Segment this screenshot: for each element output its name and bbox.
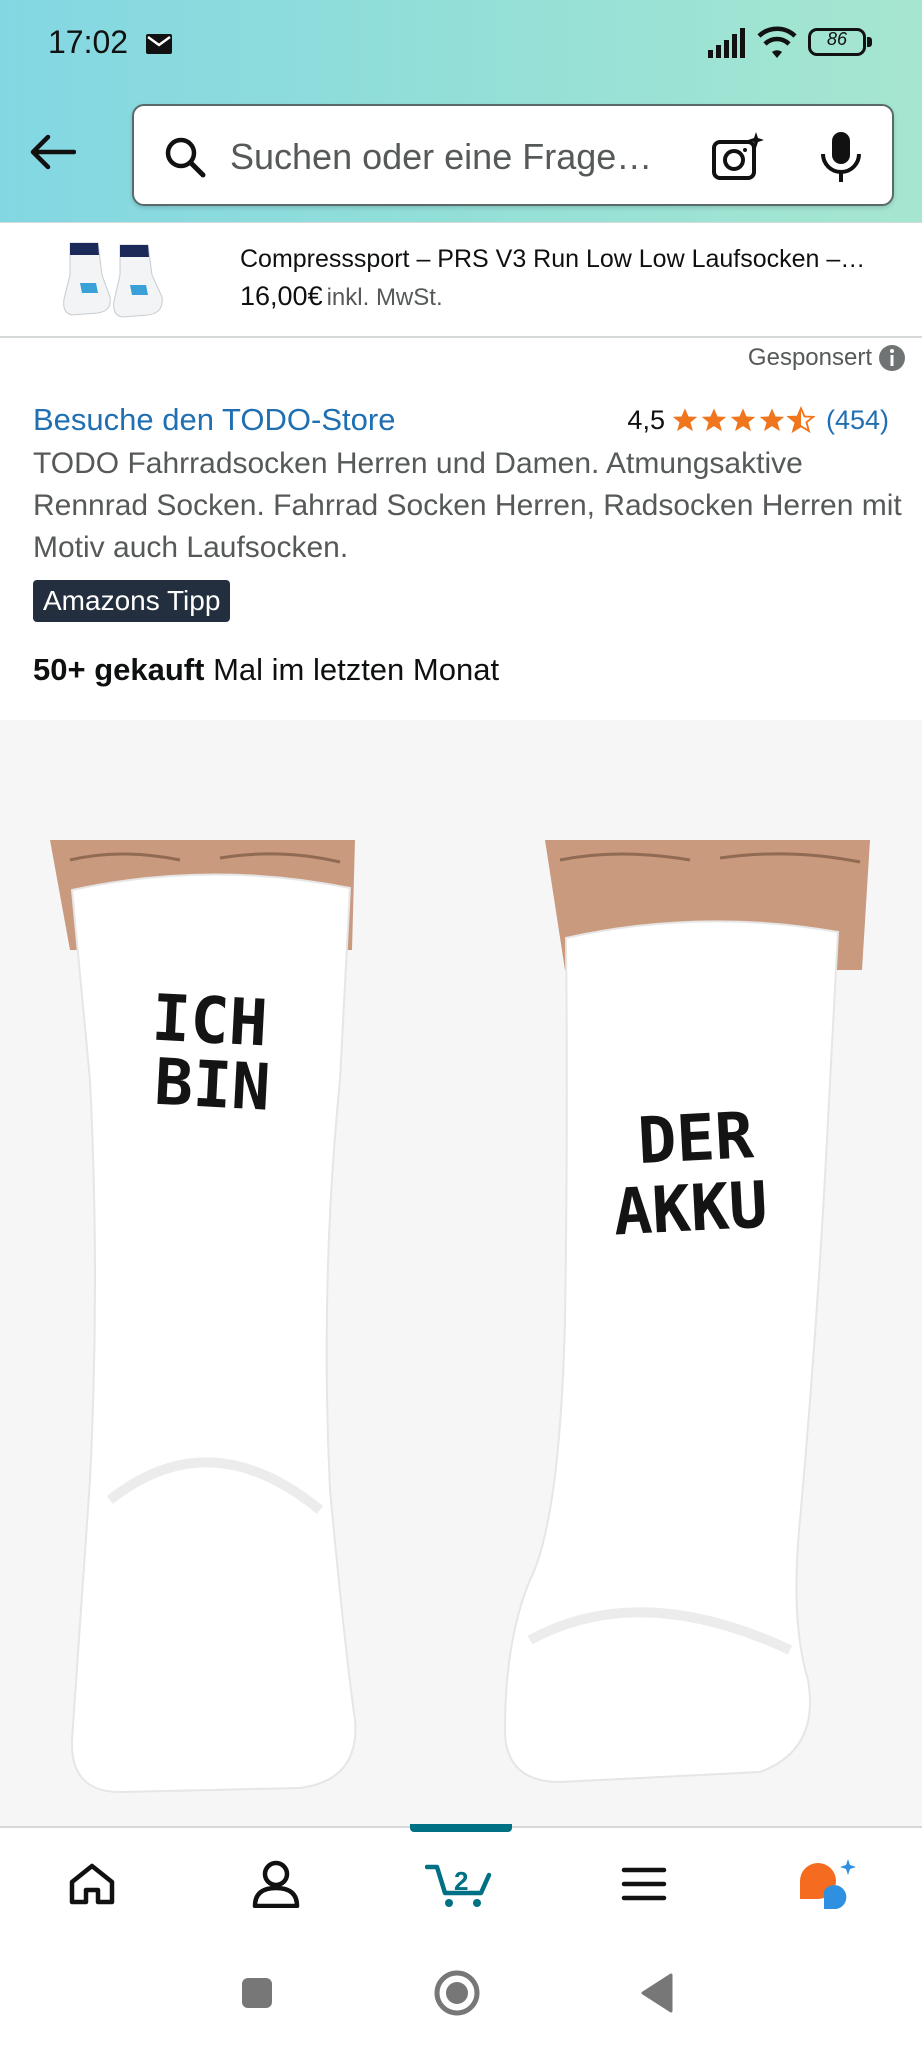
search-bar[interactable] [132, 104, 894, 206]
microphone-icon[interactable] [818, 130, 864, 184]
product-title: TODO Fahrradsocken Herren und Damen. Atm… [33, 447, 902, 564]
star-half-icon [786, 406, 815, 434]
signal-icon [708, 28, 745, 58]
active-tab-indicator [410, 1824, 512, 1832]
store-link[interactable]: Besuche den TODO-Store [33, 402, 395, 438]
purchase-count-suffix: Mal im letzten Monat [204, 652, 500, 687]
menu-icon [621, 1867, 667, 1901]
product-photo: ICHBIN DERAKKU [50, 840, 870, 1794]
star-icon [701, 408, 727, 432]
rating-row[interactable]: 4,5 (454) [627, 402, 889, 438]
rating-value: 4,5 [627, 404, 665, 435]
product-image[interactable]: ICHBIN DERAKKU [0, 720, 922, 1826]
star-icon [730, 408, 756, 432]
status-bar: 17:02 86 [0, 0, 922, 88]
mail-icon [146, 34, 172, 54]
banner-product-title: Compresssport – PRS V3 Run Low Low Laufs… [240, 245, 866, 273]
app-header: 17:02 86 [0, 0, 922, 222]
sock-thumbnail [63, 242, 163, 318]
home-icon [69, 1863, 115, 1905]
status-time: 17:02 [48, 24, 129, 60]
home-button[interactable] [430, 1966, 484, 2020]
purchase-count: 50+ gekauft Mal im letzten Monat [33, 652, 499, 688]
star-icon [759, 408, 785, 432]
recent-apps-button[interactable] [230, 1966, 284, 2020]
sock-text-left: ICHBIN [147, 982, 276, 1126]
wifi-icon [757, 26, 797, 58]
nav-home[interactable] [52, 1848, 132, 1920]
rating-count[interactable]: (454) [826, 405, 889, 436]
system-navigation [0, 1938, 922, 2048]
system-back-button[interactable] [630, 1966, 684, 2020]
search-icon [165, 137, 206, 178]
rufus-icon [800, 1859, 856, 1909]
account-icon [252, 1860, 300, 1908]
camera-icon[interactable] [710, 130, 764, 184]
banner-price: 16,00€ [240, 281, 323, 311]
banner-price-line: 16,00€ inkl. MwSt. [240, 281, 443, 312]
banner-tax-note: inkl. MwSt. [326, 284, 443, 311]
sponsored-product-banner[interactable]: Compresssport – PRS V3 Run Low Low Laufs… [0, 222, 922, 338]
cart-count-badge: 2 [454, 1866, 469, 1896]
star-rating [671, 406, 816, 434]
amazons-choice-badge: Amazons Tipp [33, 580, 231, 622]
battery-icon: 86 [808, 28, 872, 58]
circle-icon [434, 1970, 480, 2016]
star-icon [672, 408, 698, 432]
nav-menu[interactable] [604, 1848, 684, 1920]
search-input[interactable] [230, 132, 690, 182]
back-button[interactable] [22, 122, 84, 182]
sponsored-label: Gesponsert [747, 344, 872, 371]
back-arrow-icon [30, 134, 76, 170]
square-icon [242, 1978, 272, 2008]
triangle-back-icon [641, 1973, 673, 2013]
info-icon[interactable] [878, 344, 906, 372]
nav-account[interactable] [236, 1848, 316, 1920]
battery-level: 86 [826, 29, 848, 49]
purchase-count-bold: 50+ gekauft [33, 652, 205, 687]
nav-rufus[interactable] [788, 1848, 868, 1920]
